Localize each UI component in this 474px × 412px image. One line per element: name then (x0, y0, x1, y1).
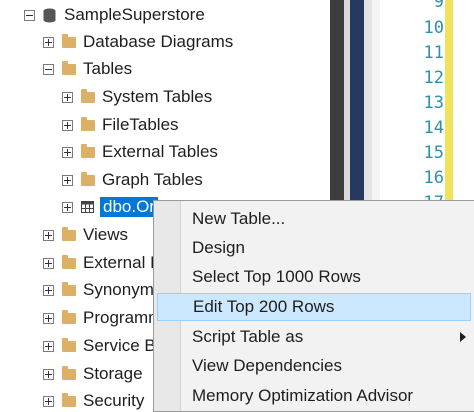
tree-node-views[interactable]: Views (43, 222, 128, 248)
tree-node-service-broker[interactable]: Service Br (43, 333, 161, 359)
expand-icon[interactable] (43, 312, 54, 324)
tree-node-synonyms[interactable]: Synonym (43, 277, 154, 303)
line-number: 9 (433, 0, 444, 12)
tree-node-filetables[interactable]: FileTables (62, 112, 179, 138)
folder-icon (62, 365, 76, 380)
folder-label: Programm (83, 308, 163, 327)
folder-icon (81, 88, 95, 103)
tree-node-system-tables[interactable]: System Tables (62, 84, 212, 110)
menu-item-design[interactable]: Design (155, 234, 474, 262)
menu-item-label: Select Top 1000 Rows (192, 267, 361, 286)
folder-label: Security (83, 391, 145, 410)
tree-node-selected-table[interactable]: dbo.Or (62, 194, 158, 220)
tree-node-programmability[interactable]: Programm (43, 305, 162, 331)
context-menu: New Table... Design Select Top 1000 Rows… (153, 200, 474, 412)
line-number: 16 (423, 168, 444, 188)
line-number: 12 (423, 68, 444, 88)
database-label: SampleSuperstore (64, 5, 205, 24)
tree-node-graph-tables[interactable]: Graph Tables (62, 167, 203, 193)
collapse-icon[interactable] (43, 63, 54, 75)
database-icon (43, 8, 56, 22)
folder-label: System Tables (102, 87, 213, 106)
menu-item-label: Design (192, 238, 245, 257)
folder-icon (62, 392, 76, 407)
expand-icon[interactable] (43, 284, 54, 296)
expand-icon[interactable] (43, 368, 54, 380)
menu-item-label: Edit Top 200 Rows (193, 297, 335, 316)
expand-icon[interactable] (43, 36, 54, 48)
line-number: 15 (423, 143, 444, 163)
folder-icon (62, 254, 76, 269)
tree-node-external-resources[interactable]: External R (43, 250, 162, 276)
collapse-icon[interactable] (24, 9, 35, 21)
table-icon (81, 201, 94, 213)
tree-node-database-diagrams[interactable]: Database Diagrams (43, 29, 233, 55)
folder-icon (62, 337, 76, 352)
folder-icon (62, 281, 76, 296)
folder-label: Service Br (83, 336, 162, 355)
folder-label: External Tables (102, 142, 218, 161)
folder-icon (81, 143, 95, 158)
expand-icon[interactable] (62, 146, 73, 158)
folder-label: Graph Tables (102, 170, 203, 189)
expand-icon[interactable] (43, 340, 54, 352)
selected-table-label: dbo.Or (100, 197, 158, 217)
tree-node-security[interactable]: Security (43, 388, 144, 412)
menu-item-label: Script Table as (192, 327, 304, 346)
expand-icon[interactable] (62, 91, 73, 103)
menu-item-label: View Dependencies (192, 356, 342, 375)
folder-icon (62, 60, 76, 75)
expand-icon[interactable] (43, 395, 54, 407)
menu-item-script-table-as[interactable]: Script Table as (155, 323, 474, 351)
menu-item-label: New Table... (192, 209, 286, 228)
submenu-arrow-icon (460, 332, 466, 342)
change-tracking-marker (445, 0, 453, 205)
folder-label: Storage (83, 364, 143, 383)
line-number: 11 (423, 43, 444, 63)
folder-label: External R (83, 253, 163, 272)
folder-icon (62, 226, 76, 241)
line-number: 14 (423, 118, 444, 138)
expand-icon[interactable] (62, 174, 73, 186)
folder-label: FileTables (102, 115, 179, 134)
menu-item-memory-optimization-advisor[interactable]: Memory Optimization Advisor (155, 382, 474, 410)
folder-icon (81, 171, 95, 186)
folder-label: Tables (83, 59, 133, 78)
tree-node-tables[interactable]: Tables (43, 56, 132, 82)
menu-item-select-top-1000[interactable]: Select Top 1000 Rows (155, 263, 474, 291)
menu-item-view-dependencies[interactable]: View Dependencies (155, 352, 474, 380)
expand-icon[interactable] (62, 201, 73, 213)
menu-item-new-table[interactable]: New Table... (155, 205, 474, 233)
folder-label: Views (83, 225, 129, 244)
expand-icon[interactable] (43, 229, 54, 241)
tree-node-storage[interactable]: Storage (43, 361, 143, 387)
line-number: 13 (423, 93, 444, 113)
menu-item-edit-top-200[interactable]: Edit Top 200 Rows (157, 293, 471, 321)
menu-item-label: Memory Optimization Advisor (192, 386, 414, 405)
tree-node-database[interactable]: SampleSuperstore (24, 2, 205, 28)
tree-node-external-tables[interactable]: External Tables (62, 139, 218, 165)
folder-label: Synonym (83, 280, 154, 299)
expand-icon[interactable] (62, 119, 73, 131)
line-number: 10 (423, 18, 444, 38)
folder-icon (62, 309, 76, 324)
expand-icon[interactable] (43, 257, 54, 269)
folder-label: Database Diagrams (83, 32, 234, 51)
folder-icon (81, 116, 95, 131)
folder-icon (62, 33, 76, 48)
